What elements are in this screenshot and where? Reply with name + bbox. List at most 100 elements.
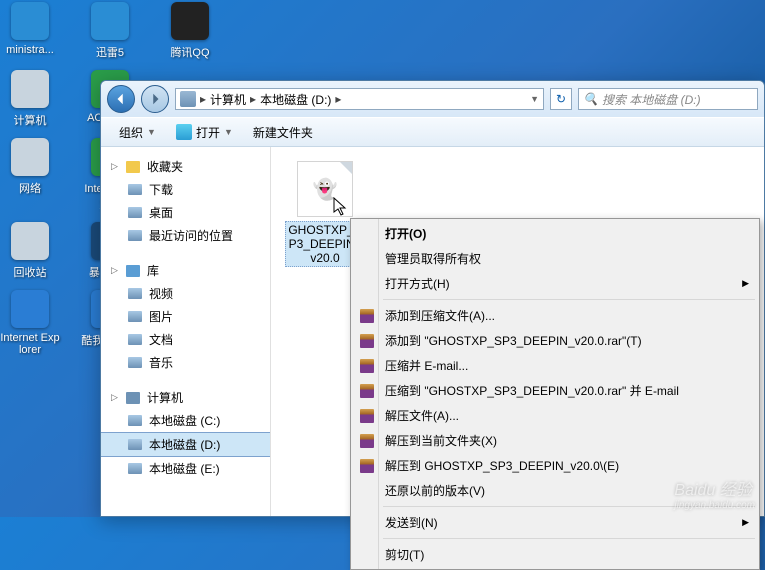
- sidebar-item-label: 本地磁盘 (C:): [149, 412, 220, 429]
- sidebar-item[interactable]: 音乐: [101, 351, 270, 374]
- sidebar-item[interactable]: 本地磁盘 (D:): [101, 432, 270, 457]
- sidebar-item-label: 本地磁盘 (E:): [149, 460, 220, 477]
- desktop-icon[interactable]: 回收站: [0, 220, 60, 280]
- icon-label: 迅雷5: [96, 44, 124, 60]
- folder-icon: [125, 159, 141, 175]
- desktop-icon[interactable]: 网络: [0, 136, 60, 212]
- context-menu-item[interactable]: 管理员取得所有权: [353, 246, 757, 271]
- context-menu-item[interactable]: 解压到 GHOSTXP_SP3_DEEPIN_v20.0\(E): [353, 453, 757, 478]
- open-button[interactable]: 打开▼: [168, 121, 241, 144]
- rar-icon: [359, 433, 375, 449]
- context-menu-item[interactable]: 剪切(T): [353, 542, 757, 567]
- rar-icon: [359, 308, 375, 324]
- context-menu-item[interactable]: 解压到当前文件夹(X): [353, 428, 757, 453]
- sidebar-item[interactable]: 本地磁盘 (E:): [101, 457, 270, 480]
- app-icon: [9, 68, 51, 110]
- sidebar-group-header[interactable]: ▷收藏夹: [101, 155, 270, 178]
- item-icon: [127, 286, 143, 302]
- menu-item-label: 解压到 GHOSTXP_SP3_DEEPIN_v20.0\(E): [385, 457, 619, 474]
- watermark: Baidu 经验 jingyan.baidu.com: [674, 476, 755, 511]
- menu-item-label: 打开方式(H): [385, 275, 450, 292]
- item-icon: [127, 309, 143, 325]
- item-icon: [127, 182, 143, 198]
- nav-bar: ▸ 计算机 ▸ 本地磁盘 (D:) ▸ ▼ ↻ 🔍 搜索 本地磁盘 (D:): [101, 81, 764, 117]
- breadcrumb-sep: ▸: [200, 92, 206, 106]
- address-bar[interactable]: ▸ 计算机 ▸ 本地磁盘 (D:) ▸ ▼: [175, 88, 544, 110]
- app-icon: [9, 288, 51, 330]
- app-icon: [9, 136, 51, 178]
- cursor-icon: [333, 197, 349, 217]
- submenu-arrow-icon: ▶: [742, 278, 749, 289]
- sidebar-item[interactable]: 最近访问的位置: [101, 224, 270, 247]
- arrow-right-icon: [148, 92, 162, 106]
- organize-button[interactable]: 组织▼: [111, 121, 164, 144]
- submenu-arrow-icon: ▶: [742, 517, 749, 528]
- sidebar-item-label: 最近访问的位置: [149, 227, 233, 244]
- forward-button[interactable]: [141, 85, 169, 113]
- desktop-icon[interactable]: Internet Explorer: [0, 288, 60, 356]
- sidebar-item[interactable]: 本地磁盘 (C:): [101, 409, 270, 432]
- menu-separator: [383, 538, 755, 539]
- context-menu: 打开(O) 管理员取得所有权打开方式(H) ▶ 添加到压缩文件(A)...添加到 "G…: [350, 218, 760, 570]
- address-dropdown-icon[interactable]: ▼: [530, 94, 539, 104]
- context-menu-item[interactable]: 解压文件(A)...: [353, 403, 757, 428]
- sidebar-item-label: 下载: [149, 181, 173, 198]
- item-icon: [127, 437, 143, 453]
- back-button[interactable]: [107, 85, 135, 113]
- drive-icon: [180, 91, 196, 107]
- folder-icon: [125, 263, 141, 279]
- sidebar: ▷收藏夹下载桌面最近访问的位置 ▷库视频图片文档音乐 ▷计算机本地磁盘 (C:) 本地…: [101, 147, 271, 516]
- icon-label: 网络: [19, 180, 41, 196]
- icon-label: Internet Explorer: [0, 332, 60, 356]
- context-menu-item[interactable]: 压缩并 E-mail...: [353, 353, 757, 378]
- sidebar-item[interactable]: 下载: [101, 178, 270, 201]
- sidebar-item-label: 音乐: [149, 354, 173, 371]
- context-menu-item[interactable]: 添加到 "GHOSTXP_SP3_DEEPIN_v20.0.rar"(T): [353, 328, 757, 353]
- search-placeholder: 搜索 本地磁盘 (D:): [602, 91, 701, 108]
- item-icon: [127, 413, 143, 429]
- rar-icon: [359, 358, 375, 374]
- breadcrumb-sep: ▸: [335, 92, 341, 106]
- refresh-button[interactable]: ↻: [550, 88, 572, 110]
- toolbar: 组织▼ 打开▼ 新建文件夹: [101, 117, 764, 147]
- search-input[interactable]: 🔍 搜索 本地磁盘 (D:): [578, 88, 758, 110]
- desktop-icon[interactable]: 迅雷5: [80, 0, 140, 60]
- context-menu-item[interactable]: 添加到压缩文件(A)...: [353, 303, 757, 328]
- app-icon: [9, 0, 51, 42]
- desktop-icon[interactable]: 腾讯QQ: [160, 0, 220, 60]
- sidebar-item-label: 文档: [149, 331, 173, 348]
- sidebar-item[interactable]: 视频: [101, 282, 270, 305]
- context-menu-item[interactable]: 发送到(N)▶: [353, 510, 757, 535]
- icon-label: 计算机: [14, 112, 47, 128]
- sidebar-item[interactable]: 文档: [101, 328, 270, 351]
- app-icon: [9, 220, 51, 262]
- folder-icon: [125, 390, 141, 406]
- menu-separator: [383, 299, 755, 300]
- icon-label: 腾讯QQ: [170, 44, 209, 60]
- item-icon: [127, 205, 143, 221]
- breadcrumb-root[interactable]: 计算机: [210, 91, 246, 108]
- breadcrumb-current[interactable]: 本地磁盘 (D:): [260, 91, 331, 108]
- sidebar-group-header[interactable]: ▷计算机: [101, 386, 270, 409]
- sidebar-group-header[interactable]: ▷库: [101, 259, 270, 282]
- menu-item-label: 打开(O): [385, 225, 426, 242]
- item-icon: [127, 461, 143, 477]
- sidebar-item-label: 图片: [149, 308, 173, 325]
- sidebar-item-label: 本地磁盘 (D:): [149, 436, 220, 453]
- menu-item-label: 解压文件(A)...: [385, 407, 459, 424]
- sidebar-item[interactable]: 桌面: [101, 201, 270, 224]
- context-menu-item[interactable]: 打开方式(H) ▶: [353, 271, 757, 296]
- rar-icon: [359, 408, 375, 424]
- item-icon: [127, 332, 143, 348]
- menu-item-label: 剪切(T): [385, 546, 424, 563]
- search-icon: 🔍: [583, 92, 598, 106]
- rar-icon: [359, 333, 375, 349]
- desktop-icon[interactable]: ministra...: [0, 0, 60, 60]
- desktop-icon[interactable]: 计算机: [0, 68, 60, 128]
- context-menu-item[interactable]: 打开(O): [353, 221, 757, 246]
- open-icon: [176, 124, 192, 140]
- sidebar-item[interactable]: 图片: [101, 305, 270, 328]
- menu-item-label: 解压到当前文件夹(X): [385, 432, 497, 449]
- new-folder-button[interactable]: 新建文件夹: [245, 121, 321, 144]
- context-menu-item[interactable]: 压缩到 "GHOSTXP_SP3_DEEPIN_v20.0.rar" 并 E-m…: [353, 378, 757, 403]
